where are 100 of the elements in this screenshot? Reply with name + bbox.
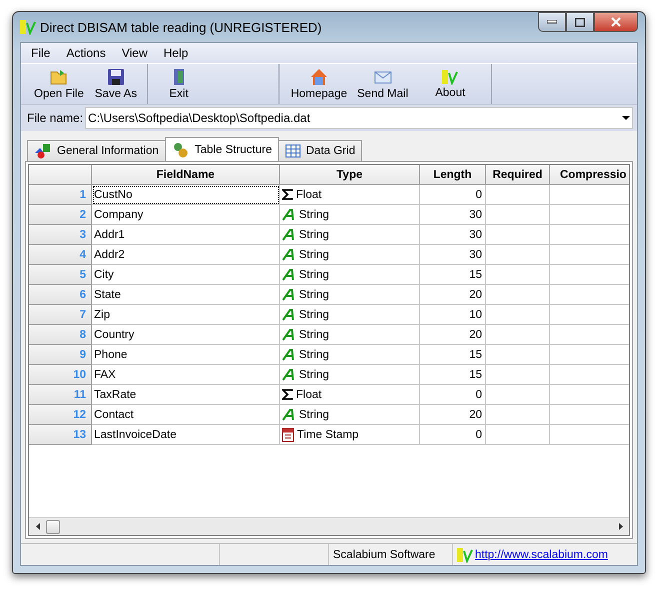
table-cell: City xyxy=(92,265,280,285)
table-cell xyxy=(486,225,550,245)
type-text: Float xyxy=(296,388,322,400)
grid-icon xyxy=(285,143,301,159)
table-cell: Zip xyxy=(92,305,280,325)
tab[interactable]: General Information xyxy=(27,140,166,161)
menu-item[interactable]: Actions xyxy=(58,46,114,60)
row-number: 3 xyxy=(29,225,92,245)
letter-a-icon xyxy=(282,348,296,360)
row-number: 10 xyxy=(29,365,92,385)
toolbar-button[interactable]: About xyxy=(413,64,488,104)
letter-a-icon xyxy=(282,248,296,260)
house-icon xyxy=(310,68,328,86)
sigma-icon xyxy=(282,189,293,200)
table-cell: 15 xyxy=(420,345,486,365)
type-text: String xyxy=(299,208,330,220)
row-number: 7 xyxy=(29,305,92,325)
table-cell xyxy=(486,425,550,445)
table-cell: 30 xyxy=(420,225,486,245)
website-link[interactable]: http://www.scalabium.com xyxy=(475,548,608,560)
app-logo-icon xyxy=(20,19,36,35)
logo-icon xyxy=(457,546,473,562)
table-cell xyxy=(486,205,550,225)
type-text: String xyxy=(299,288,330,300)
column-header[interactable]: Type xyxy=(280,165,420,185)
column-header[interactable]: Length xyxy=(420,165,486,185)
scroll-left-icon xyxy=(36,523,40,530)
type-text: Float xyxy=(296,188,322,200)
column-header[interactable]: Compressio xyxy=(550,165,629,185)
table-cell: Phone xyxy=(92,345,280,365)
table-cell: 15 xyxy=(420,365,486,385)
table-cell: 15 xyxy=(420,265,486,285)
table-cell: 30 xyxy=(420,205,486,225)
type-text: String xyxy=(299,408,330,420)
row-number: 5 xyxy=(29,265,92,285)
menu-item[interactable]: View xyxy=(114,46,156,60)
type-text: String xyxy=(299,248,330,260)
letter-a-icon xyxy=(282,408,296,420)
table-cell xyxy=(486,265,550,285)
table-cell xyxy=(486,345,550,365)
letter-a-icon xyxy=(282,288,296,300)
scroll-thumb[interactable] xyxy=(46,520,60,534)
table-cell: Country xyxy=(92,325,280,345)
folder-icon xyxy=(50,68,68,86)
maximize-icon xyxy=(575,18,585,26)
minimize-icon xyxy=(547,20,557,24)
horizontal-scrollbar[interactable] xyxy=(29,517,629,535)
file-name-dropdown[interactable]: C:\Users\Softpedia\Desktop\Softpedia.dat xyxy=(85,107,633,129)
table-cell: 10 xyxy=(420,305,486,325)
toolbar-button[interactable]: Exit xyxy=(152,64,206,104)
type-text: String xyxy=(299,228,330,240)
letter-a-icon xyxy=(282,228,296,240)
close-button[interactable] xyxy=(594,12,638,32)
table-cell: 20 xyxy=(420,405,486,425)
table-cell xyxy=(486,305,550,325)
logo-icon xyxy=(442,69,458,85)
column-header[interactable]: Required xyxy=(486,165,550,185)
row-number: 1 xyxy=(29,185,92,205)
toolbar-button[interactable]: Send Mail xyxy=(352,64,414,104)
row-number: 8 xyxy=(29,325,92,345)
type-text: String xyxy=(299,308,330,320)
row-number: 4 xyxy=(29,245,92,265)
table-cell: Addr1 xyxy=(92,225,280,245)
table-cell xyxy=(486,245,550,265)
close-icon xyxy=(611,17,621,27)
shapes-icon xyxy=(34,143,52,159)
toolbar-button[interactable]: Homepage xyxy=(286,64,352,104)
row-number: 11 xyxy=(29,385,92,405)
row-number: 9 xyxy=(29,345,92,365)
minimize-button[interactable] xyxy=(538,12,566,32)
column-header[interactable]: FieldName xyxy=(92,165,280,185)
row-number: 6 xyxy=(29,285,92,305)
table-cell xyxy=(486,285,550,305)
letter-a-icon xyxy=(282,328,296,340)
type-text: String xyxy=(299,268,330,280)
scroll-right-icon xyxy=(618,523,622,530)
table-cell: Addr2 xyxy=(92,245,280,265)
tab[interactable]: Data Grid xyxy=(278,140,362,161)
table-cell: Company xyxy=(92,205,280,225)
menu-item[interactable]: Help xyxy=(156,46,196,60)
tab[interactable]: Table Structure xyxy=(164,137,279,161)
row-number: 12 xyxy=(29,405,92,425)
row-number: 13 xyxy=(29,425,92,445)
table-cell: 0 xyxy=(420,425,486,445)
table-cell xyxy=(486,385,550,405)
table-cell: Contact xyxy=(92,405,280,425)
table-cell: 30 xyxy=(420,245,486,265)
maximize-button[interactable] xyxy=(566,12,594,32)
table-cell: FAX xyxy=(92,365,280,385)
toolbar-button[interactable]: Open File xyxy=(29,64,89,104)
type-text: Time Stamp xyxy=(297,428,359,440)
menu-item[interactable]: File xyxy=(23,46,58,60)
type-text: String xyxy=(299,348,330,360)
calendar-icon xyxy=(282,428,294,442)
table-cell: 0 xyxy=(420,385,486,405)
table-cell: 20 xyxy=(420,285,486,305)
table-cell: 0 xyxy=(420,185,486,205)
toolbar-button[interactable]: Save As xyxy=(88,64,143,104)
sigma-icon xyxy=(282,389,293,400)
field-label: File name: xyxy=(27,111,84,125)
